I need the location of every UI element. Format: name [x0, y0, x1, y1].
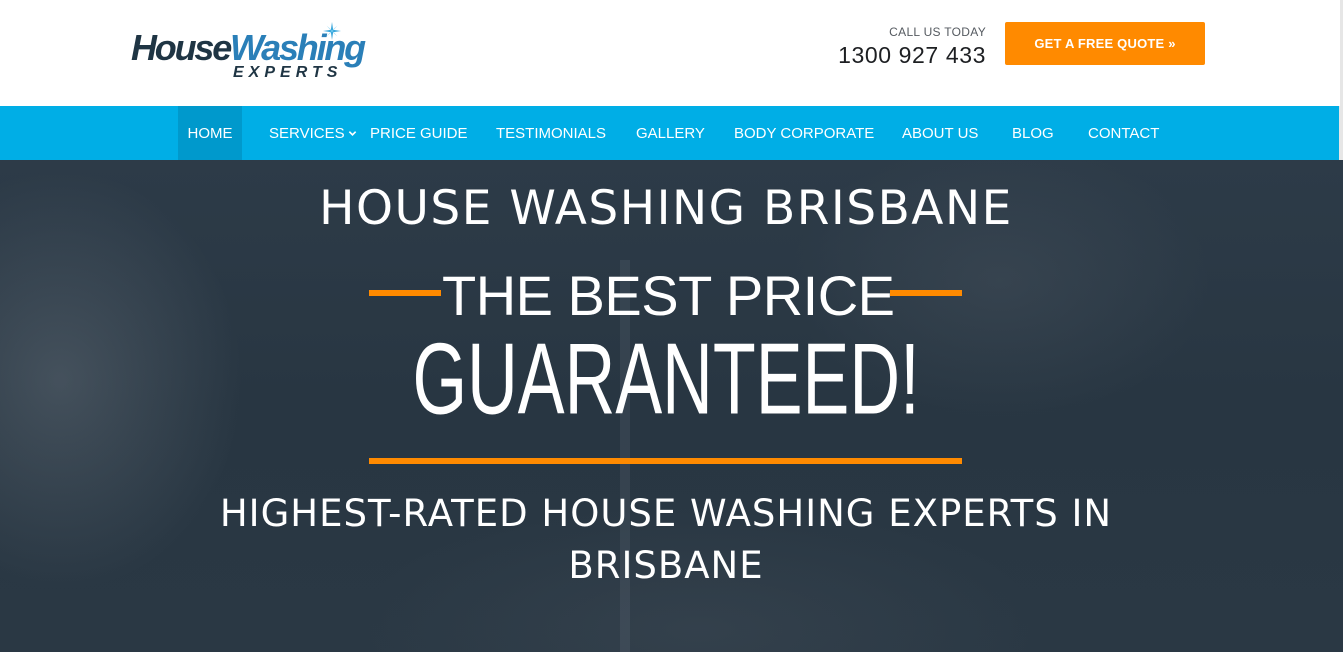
logo-text-house: House: [131, 27, 232, 68]
nav-item-label: BODY CORPORATE: [734, 124, 875, 142]
hero-headline: GUARANTEED!: [0, 324, 1332, 436]
call-us-label: CALL US TODAY: [889, 25, 986, 39]
hero-tagline: THE BEST PRICE: [442, 264, 895, 327]
nav-item-label: CONTACT: [1088, 124, 1160, 142]
nav-item-home[interactable]: HOME: [178, 106, 242, 160]
tagline-right-dash: [890, 290, 962, 296]
tagline-left-dash: [369, 290, 441, 296]
nav-item-contact[interactable]: CONTACT: [1088, 106, 1159, 160]
scrollbar-edge: [1339, 106, 1343, 160]
chevron-down-icon: [348, 130, 356, 136]
nav-item-about-us[interactable]: ABOUT US: [902, 106, 978, 160]
get-free-quote-button[interactable]: GET A FREE QUOTE »: [1005, 22, 1205, 65]
nav-item-label: HOME: [187, 124, 233, 142]
nav-item-services[interactable]: SERVICES: [269, 106, 357, 160]
nav-item-label: GALLERY: [636, 124, 705, 142]
headline-underline: [369, 458, 962, 464]
nav-item-label: BLOG: [1012, 124, 1054, 142]
nav-item-body-corporate[interactable]: BODY CORPORATE: [734, 106, 874, 160]
logo-text-experts: EXPERTS: [233, 64, 343, 81]
nav-item-label: TESTIMONIALS: [496, 124, 607, 142]
nav-item-label: PRICE GUIDE: [370, 124, 468, 142]
hero-title: HOUSE WASHING BRISBANE: [319, 181, 1013, 236]
main-nav: HOME SERVICES PRICE GUIDE TESTIMONIALS G…: [0, 106, 1339, 160]
nav-item-testimonials[interactable]: TESTIMONIALS: [496, 106, 606, 160]
site-logo[interactable]: HouseWashing EXPERTS: [131, 22, 381, 88]
nav-item-blog[interactable]: BLOG: [1012, 106, 1054, 160]
nav-item-gallery[interactable]: GALLERY: [636, 106, 705, 160]
hero-headline-text: GUARANTEED!: [412, 324, 920, 436]
nav-item-price-guide[interactable]: PRICE GUIDE: [370, 106, 468, 160]
nav-item-label: ABOUT US: [902, 124, 979, 142]
sparkle-icon: [323, 22, 341, 40]
nav-item-label: SERVICES: [269, 124, 345, 142]
logo-text-washing: Washing: [230, 27, 366, 68]
phone-number[interactable]: 1300 927 433: [838, 42, 986, 69]
site-header: HouseWashing EXPERTS CALL US TODAY 1300 …: [0, 0, 1343, 106]
hero-subtitle: HIGHEST-RATED HOUSE WASHING EXPERTS IN B…: [219, 492, 1113, 587]
